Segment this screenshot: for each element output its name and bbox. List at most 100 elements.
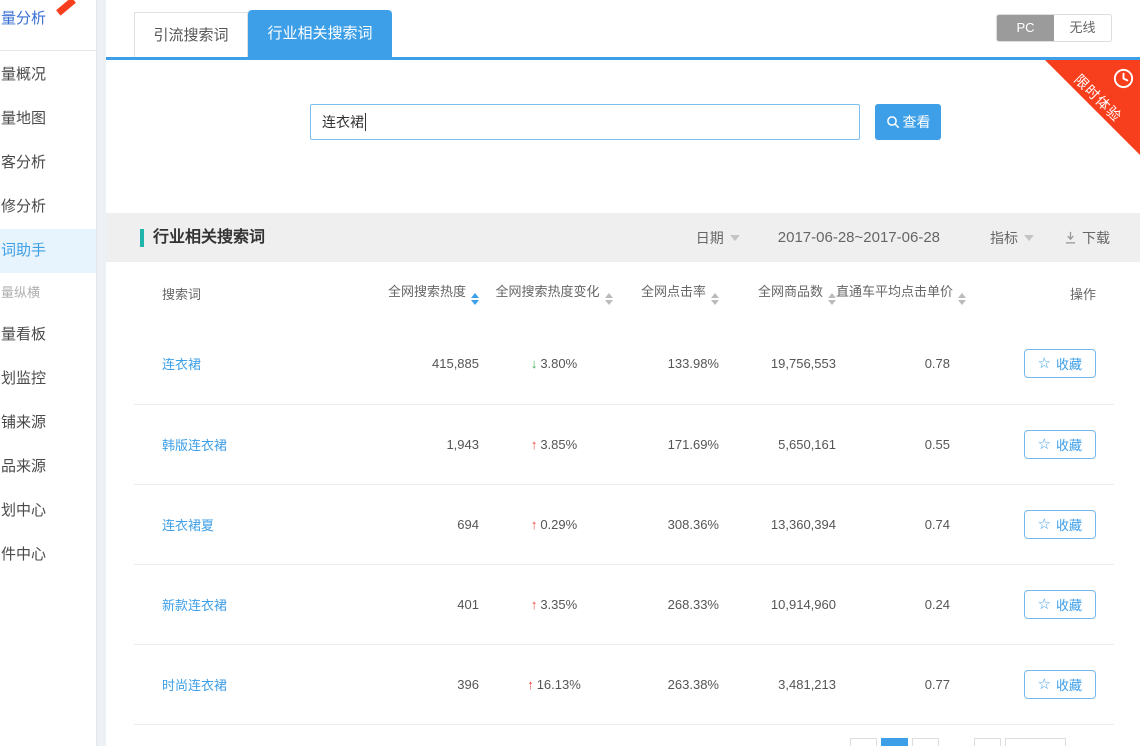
star-icon: ☆	[1038, 437, 1051, 452]
view-button[interactable]: 查看	[875, 104, 941, 140]
column-label: 全网商品数	[758, 284, 823, 299]
page-item[interactable]: ‹	[850, 738, 877, 746]
heat-cell: 1,943	[354, 404, 479, 484]
sort-down-icon	[471, 300, 479, 305]
term-link[interactable]: 连衣裙夏	[162, 518, 214, 533]
column-header: 全网商品数	[719, 262, 836, 324]
arrow-up-icon: ↑	[531, 597, 538, 612]
device-toggle-option[interactable]: 无线	[1054, 15, 1111, 41]
column-header: 搜索词	[134, 262, 354, 324]
metric-dropdown[interactable]: 指标	[990, 228, 1034, 248]
sort-icon[interactable]	[471, 293, 479, 305]
date-dropdown-label: 日期	[696, 228, 724, 248]
sidebar: 量分析 量概况量地图客分析修分析词助手量纵横量看板划监控铺来源品来源划中心件中心	[0, 0, 96, 746]
sort-up-icon	[958, 293, 966, 298]
pagination: ‹ 12 ›	[850, 738, 1066, 746]
sidebar-item[interactable]: 量概况	[0, 53, 96, 97]
star-icon: ☆	[1038, 677, 1051, 692]
clock-icon	[1112, 67, 1135, 95]
page-item[interactable]: 1	[881, 738, 908, 746]
term-cell: 新款连衣裙	[134, 564, 354, 644]
keywords-table: 搜索词全网搜索热度全网搜索热度变化全网点击率全网商品数直通车平均点击单价操作 连…	[134, 262, 1114, 725]
sort-icon[interactable]	[711, 293, 719, 305]
download-label: 下载	[1082, 228, 1110, 248]
ctr-cell: 133.98%	[629, 324, 719, 404]
favorite-button[interactable]: ☆收藏	[1024, 670, 1096, 699]
keyword-search-input[interactable]	[310, 104, 860, 140]
sidebar-item[interactable]: 划监控	[0, 357, 96, 401]
page-item[interactable]: ›	[974, 738, 1001, 746]
download-link[interactable]: 下载	[1064, 228, 1110, 248]
sidebar-item[interactable]: 量看板	[0, 313, 96, 357]
ppc-cell: 0.77	[836, 644, 950, 724]
ctr-cell: 171.69%	[629, 404, 719, 484]
change-cell: ↑16.13%	[479, 644, 629, 724]
term-cell: 韩版连衣裙	[134, 404, 354, 484]
page-item[interactable]: 2	[912, 738, 939, 746]
sidebar-item[interactable]: 客分析	[0, 141, 96, 185]
tab-item[interactable]: 行业相关搜索词	[248, 10, 392, 57]
products-cell: 13,360,394	[719, 484, 836, 564]
chevron-down-icon	[1024, 235, 1034, 241]
term-link[interactable]: 韩版连衣裙	[162, 438, 227, 453]
action-cell: ☆收藏	[950, 404, 1114, 484]
sidebar-item[interactable]: 件中心	[0, 533, 96, 577]
date-range[interactable]: 2017-06-28~2017-06-28	[778, 229, 940, 246]
change-cell: ↓3.80%	[479, 324, 629, 404]
column-label: 直通车平均点击单价	[836, 284, 953, 299]
sort-icon[interactable]	[828, 293, 836, 305]
term-link[interactable]: 连衣裙	[162, 357, 201, 372]
sort-down-icon	[605, 300, 613, 305]
products-cell: 5,650,161	[719, 404, 836, 484]
sort-icon[interactable]	[605, 293, 613, 305]
term-cell: 连衣裙夏	[134, 484, 354, 564]
action-cell: ☆收藏	[950, 324, 1114, 404]
sort-down-icon	[828, 300, 836, 305]
favorite-button[interactable]: ☆收藏	[1024, 430, 1096, 459]
favorite-button[interactable]: ☆收藏	[1024, 510, 1096, 539]
sidebar-item[interactable]: 词助手	[0, 229, 96, 273]
term-link[interactable]: 新款连衣裙	[162, 598, 227, 613]
sidebar-item[interactable]: 划中心	[0, 489, 96, 533]
ctr-cell: 268.33%	[629, 564, 719, 644]
sidebar-item[interactable]: 量纵横	[0, 273, 96, 313]
sidebar-item[interactable]: 修分析	[0, 185, 96, 229]
products-cell: 3,481,213	[719, 644, 836, 724]
sort-up-icon	[711, 293, 719, 298]
column-label: 全网搜索热度	[388, 284, 466, 299]
column-label: 全网搜索热度变化	[495, 284, 599, 299]
heat-cell: 415,885	[354, 324, 479, 404]
sidebar-item[interactable]: 铺来源	[0, 401, 96, 445]
sort-icon[interactable]	[958, 293, 966, 305]
ppc-cell: 0.55	[836, 404, 950, 484]
tab-underline	[106, 57, 1140, 60]
term-cell: 时尚连衣裙	[134, 644, 354, 724]
column-header: 全网搜索热度	[354, 262, 479, 324]
page-item[interactable]	[1005, 738, 1066, 746]
star-icon: ☆	[1038, 356, 1051, 371]
tab-item[interactable]: 引流搜索词	[134, 12, 248, 57]
arrow-up-icon: ↑	[531, 437, 538, 452]
ppc-cell: 0.78	[836, 324, 950, 404]
column-header: 全网点击率	[629, 262, 719, 324]
favorite-button[interactable]: ☆收藏	[1024, 590, 1096, 619]
sidebar-item-traffic-analysis[interactable]: 量分析	[0, 0, 96, 44]
star-icon: ☆	[1038, 597, 1051, 612]
section-title: 行业相关搜索词	[140, 229, 265, 247]
sidebar-item[interactable]: 量地图	[0, 97, 96, 141]
term-link[interactable]: 时尚连衣裙	[162, 678, 227, 693]
device-toggle-option[interactable]: PC	[997, 15, 1054, 41]
arrow-up-icon: ↑	[531, 517, 538, 532]
sort-up-icon	[471, 293, 479, 298]
main-content: 引流搜索词行业相关搜索词 PC无线 限时体验 查看 行业相关搜索词 日期 201…	[106, 0, 1140, 746]
favorite-button[interactable]: ☆收藏	[1024, 349, 1096, 378]
change-cell: ↑0.29%	[479, 484, 629, 564]
sidebar-item[interactable]: 品来源	[0, 445, 96, 489]
table-row: 时尚连衣裙396↑16.13%263.38%3,481,2130.77☆收藏	[134, 644, 1114, 724]
table-row: 连衣裙415,885↓3.80%133.98%19,756,5530.78☆收藏	[134, 324, 1114, 404]
sort-up-icon	[828, 293, 836, 298]
change-value: 16.13%	[537, 677, 581, 692]
sidebar-divider	[0, 50, 96, 51]
heat-cell: 396	[354, 644, 479, 724]
date-dropdown[interactable]: 日期	[696, 228, 740, 248]
